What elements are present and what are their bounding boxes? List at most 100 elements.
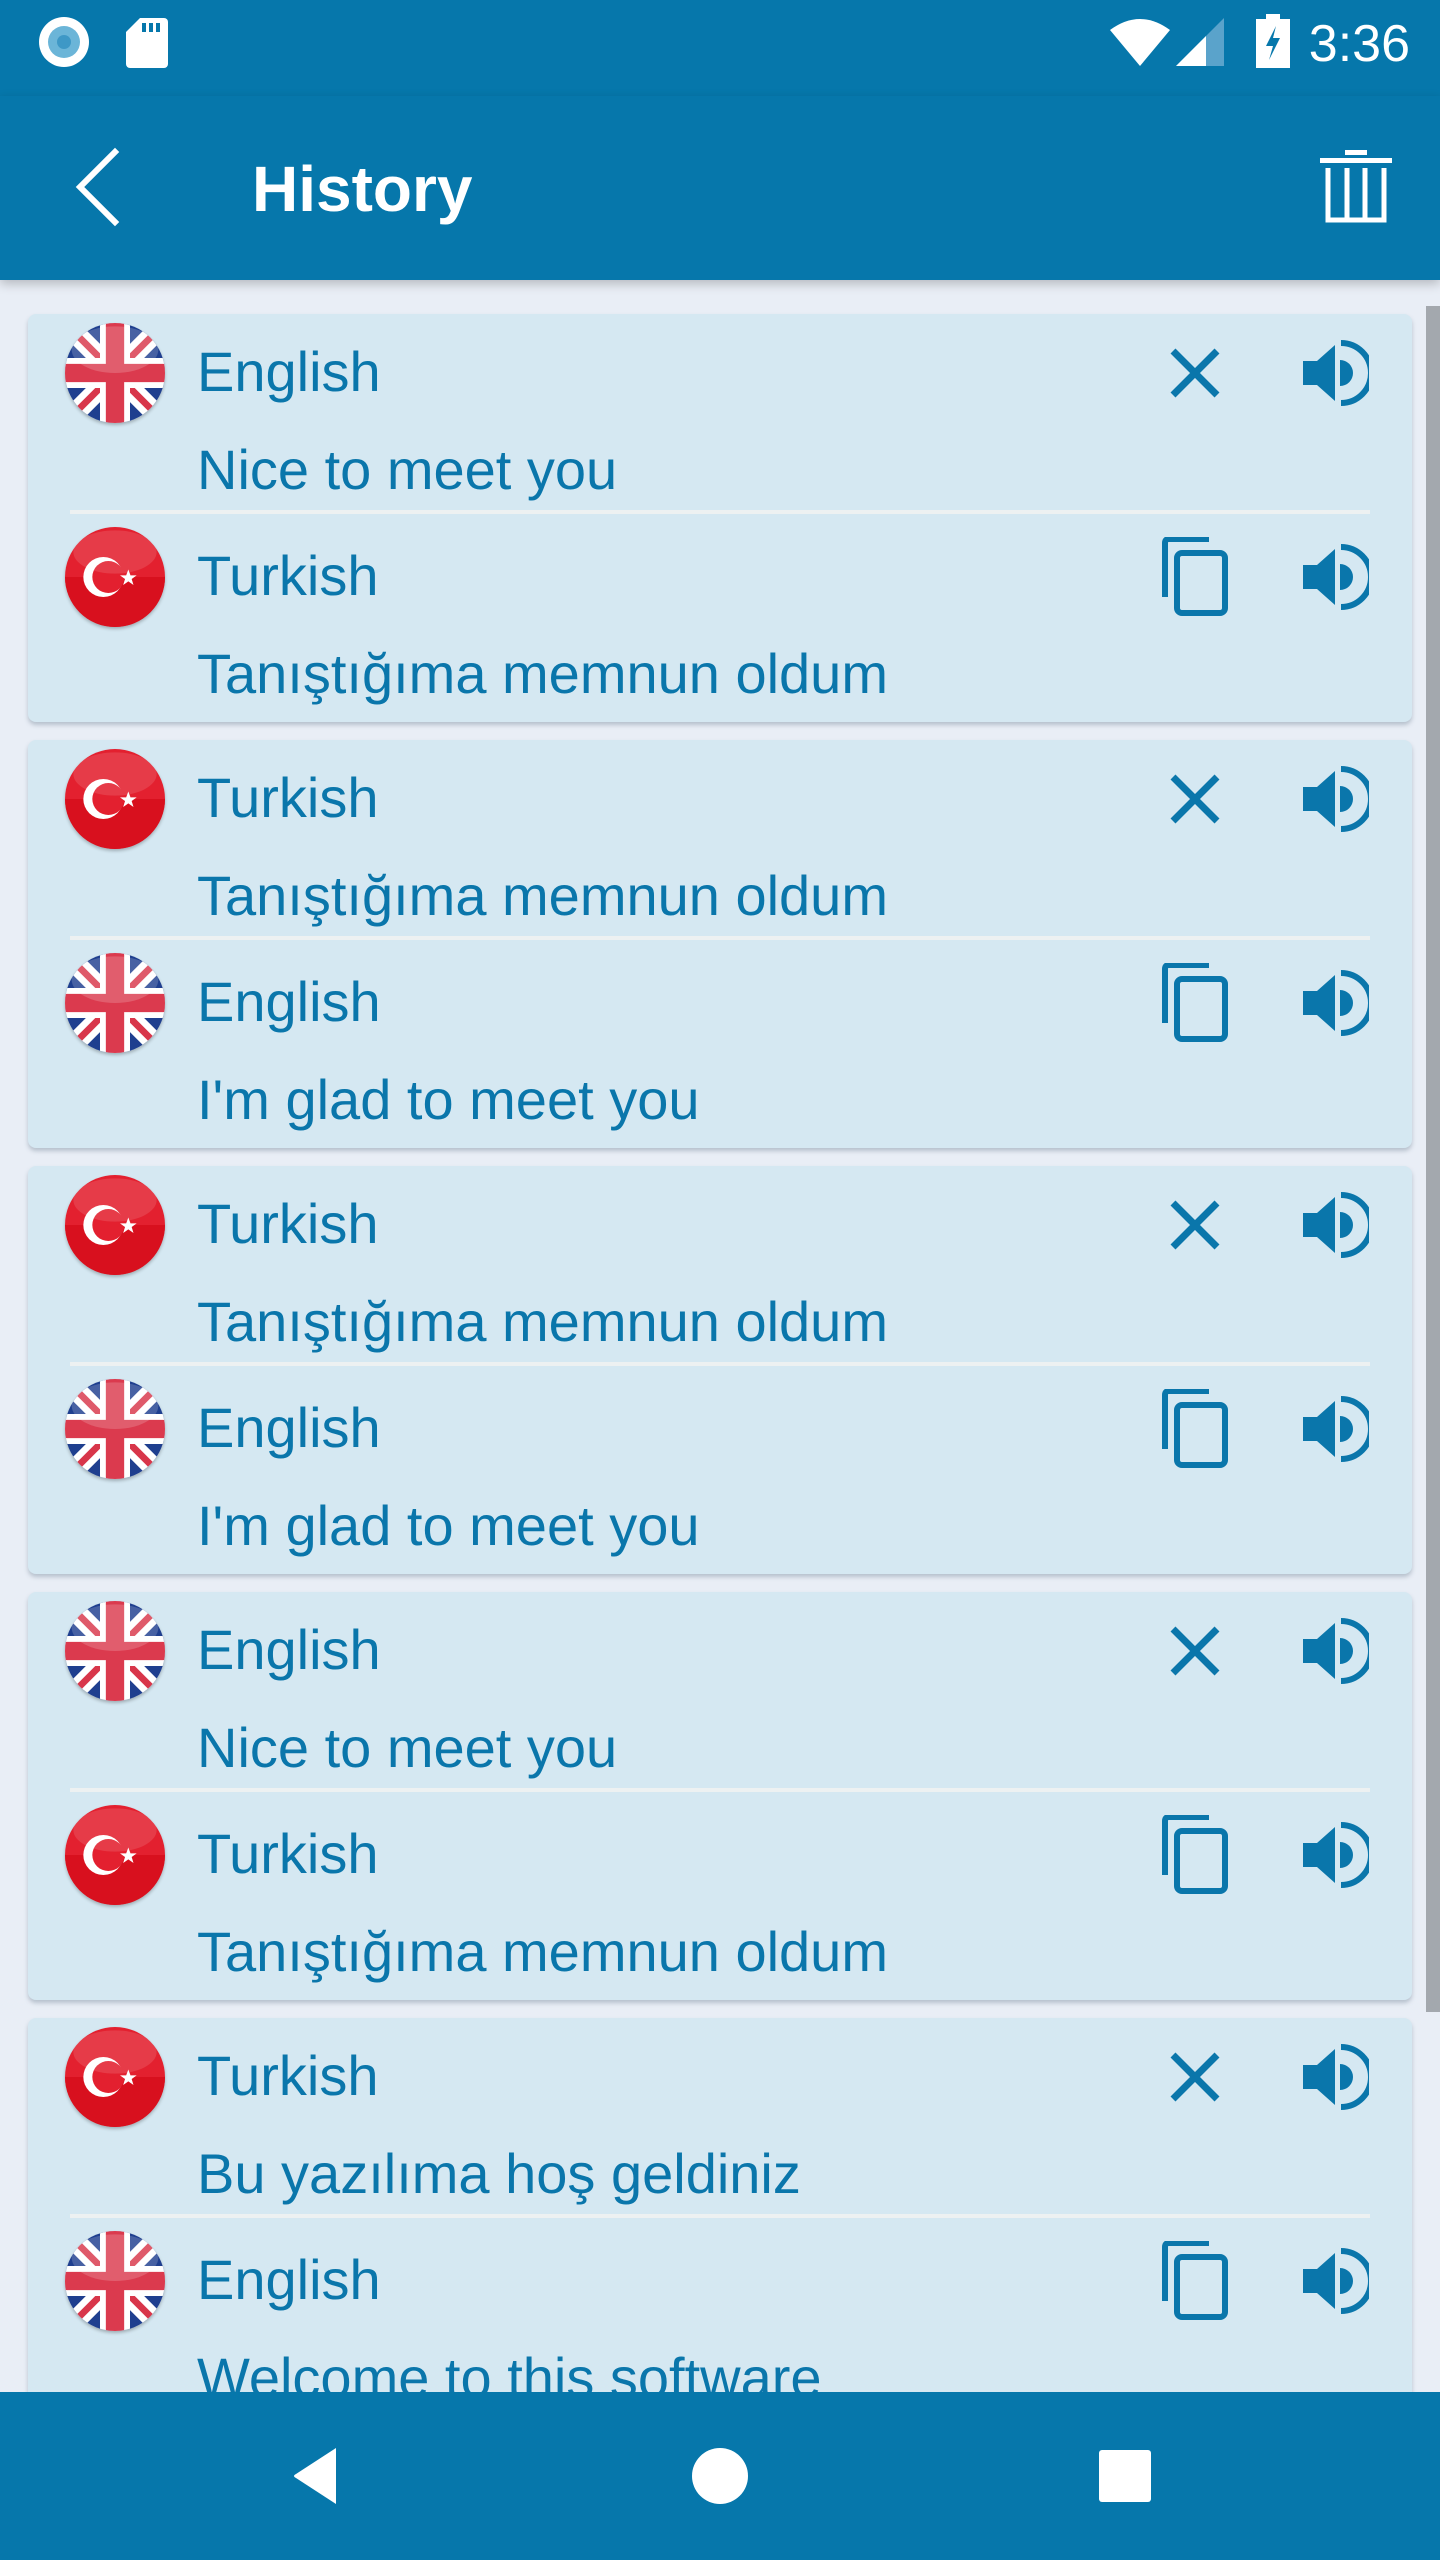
copy-button[interactable] [1150, 1384, 1240, 1474]
phrase-text[interactable]: Bu yazılıma hoş geldiniz [197, 2138, 801, 2210]
divider [70, 510, 1370, 514]
sd-card-icon [126, 18, 168, 68]
speak-button[interactable] [1290, 532, 1380, 622]
language-label: Turkish [197, 1192, 379, 1255]
flag-tr-icon [65, 2027, 165, 2127]
source-row: Turkish Tanıştığıma memnun oldum [28, 740, 1412, 944]
scrollbar[interactable] [1426, 306, 1440, 2012]
battery-charging-icon [1256, 14, 1290, 68]
target-row: English I'm glad to meet you [28, 944, 1412, 1148]
copy-button[interactable] [1150, 1810, 1240, 1900]
divider [70, 1362, 1370, 1366]
wifi-icon [1110, 19, 1170, 66]
delete-all-button[interactable] [1310, 140, 1402, 232]
speak-button[interactable] [1290, 1810, 1380, 1900]
speaker-icon [1301, 2043, 1369, 2111]
history-card[interactable]: Turkish Tanıştığıma memnun oldum English I'… [28, 1166, 1412, 1574]
source-row: Turkish Tanıştığıma memnun oldum [28, 1166, 1412, 1370]
phrase-text[interactable]: Tanıştığıma memnun oldum [197, 860, 888, 932]
delete-entry-button[interactable] [1150, 1180, 1240, 1270]
copy-icon [1159, 1815, 1231, 1895]
speak-button[interactable] [1290, 1384, 1380, 1474]
speaker-icon [1301, 765, 1369, 833]
delete-entry-button[interactable] [1150, 754, 1240, 844]
navigation-bar [0, 2392, 1440, 2560]
divider [70, 936, 1370, 940]
delete-entry-button[interactable] [1150, 2032, 1240, 2122]
divider [70, 1788, 1370, 1792]
history-card[interactable]: Turkish Bu yazılıma hoş geldiniz English We… [28, 2018, 1412, 2392]
speaker-icon [1301, 1191, 1369, 1259]
nav-home-button[interactable] [660, 2436, 780, 2516]
speak-button[interactable] [1290, 958, 1380, 1048]
nav-home-icon [692, 2448, 748, 2504]
speaker-icon [1301, 339, 1369, 407]
back-button[interactable] [50, 132, 150, 242]
speak-button[interactable] [1290, 1180, 1380, 1270]
language-label: English [197, 970, 381, 1033]
language-label: Turkish [197, 2044, 379, 2107]
speaker-icon [1301, 543, 1369, 611]
sync-circle-icon [39, 17, 89, 67]
copy-icon [1159, 1389, 1231, 1469]
target-row: English Welcome to this software [28, 2222, 1412, 2392]
trash-icon [1320, 150, 1392, 223]
copy-button[interactable] [1150, 958, 1240, 1048]
phrase-text[interactable]: Welcome to this software [197, 2342, 822, 2392]
language-label: English [197, 1396, 381, 1459]
copy-button[interactable] [1150, 2236, 1240, 2326]
source-row: English Nice to meet you [28, 314, 1412, 518]
speaker-icon [1301, 969, 1369, 1037]
app-bar: History [0, 96, 1440, 280]
language-label: English [197, 1618, 381, 1681]
history-list[interactable]: English Nice to meet you Turkish Tanıştığım… [0, 280, 1440, 2392]
history-card[interactable]: English Nice to meet you Turkish Tanıştığım… [28, 1592, 1412, 2000]
copy-icon [1159, 537, 1231, 617]
status-bar: 3:36 [0, 0, 1440, 96]
speak-button[interactable] [1290, 1606, 1380, 1696]
language-label: Turkish [197, 766, 379, 829]
speaker-icon [1301, 1617, 1369, 1685]
phrase-text[interactable]: Tanıştığıma memnun oldum [197, 638, 888, 710]
phrase-text[interactable]: Nice to meet you [197, 434, 617, 506]
cell-signal-icon [1176, 18, 1224, 66]
copy-icon [1159, 963, 1231, 1043]
close-icon [1167, 1623, 1223, 1679]
phrase-text[interactable]: I'm glad to meet you [197, 1490, 700, 1562]
delete-entry-button[interactable] [1150, 328, 1240, 418]
speaker-icon [1301, 2247, 1369, 2315]
close-icon [1167, 771, 1223, 827]
nav-recents-button[interactable] [1065, 2436, 1185, 2516]
language-label: Turkish [197, 1822, 379, 1885]
history-card[interactable]: English Nice to meet you Turkish Tanıştığım… [28, 314, 1412, 722]
nav-recents-icon [1099, 2450, 1151, 2502]
close-icon [1167, 345, 1223, 401]
phrase-text[interactable]: Tanıştığıma memnun oldum [197, 1916, 888, 1988]
target-row: Turkish Tanıştığıma memnun oldum [28, 518, 1412, 722]
speak-button[interactable] [1290, 754, 1380, 844]
flag-tr-icon [65, 1175, 165, 1275]
speak-button[interactable] [1290, 2032, 1380, 2122]
status-time: 3:36 [1308, 15, 1410, 73]
close-icon [1167, 1197, 1223, 1253]
flag-uk-icon [65, 953, 165, 1053]
language-label: English [197, 2248, 381, 2311]
target-row: Turkish Tanıştığıma memnun oldum [28, 1796, 1412, 2000]
history-card[interactable]: Turkish Tanıştığıma memnun oldum English I'… [28, 740, 1412, 1148]
flag-tr-icon [65, 1805, 165, 1905]
close-icon [1167, 2049, 1223, 2105]
copy-icon [1159, 2241, 1231, 2321]
copy-button[interactable] [1150, 532, 1240, 622]
flag-tr-icon [65, 749, 165, 849]
speak-button[interactable] [1290, 328, 1380, 418]
phrase-text[interactable]: Nice to meet you [197, 1712, 617, 1784]
speak-button[interactable] [1290, 2236, 1380, 2326]
nav-back-button[interactable] [256, 2436, 376, 2516]
delete-entry-button[interactable] [1150, 1606, 1240, 1696]
phrase-text[interactable]: I'm glad to meet you [197, 1064, 700, 1136]
phrase-text[interactable]: Tanıştığıma memnun oldum [197, 1286, 888, 1358]
flag-tr-icon [65, 527, 165, 627]
flag-uk-icon [65, 2231, 165, 2331]
source-row: Turkish Bu yazılıma hoş geldiniz [28, 2018, 1412, 2222]
flag-uk-icon [65, 323, 165, 423]
